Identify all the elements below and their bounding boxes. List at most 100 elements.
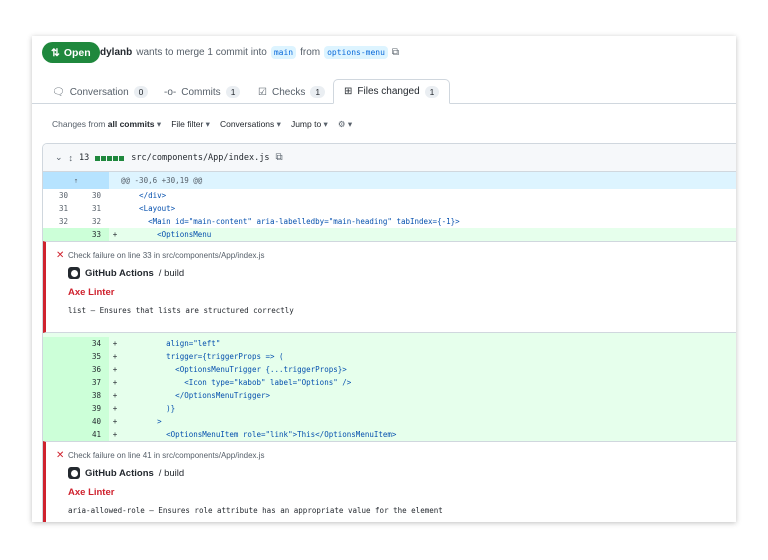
changes-from-dropdown[interactable]: Changes from all commits ▾: [52, 119, 161, 130]
expand-up-icon[interactable]: ⇡: [43, 172, 109, 189]
pr-meta: dylanb wants to merge 1 commit into main…: [100, 46, 399, 59]
pull-request-panel: ⇅ Open dylanb wants to merge 1 commit in…: [32, 36, 736, 522]
annotation-app: GitHub Actions: [85, 267, 154, 279]
file-header: ⌄ ↕ 13 src/components/App/index.js ⧉: [43, 144, 736, 172]
diff-sign: +: [112, 230, 118, 239]
old-line-number[interactable]: [43, 228, 76, 241]
x-icon: ✕: [56, 250, 65, 261]
diff-sign: [109, 215, 121, 228]
new-line-number[interactable]: 35: [76, 350, 109, 363]
old-line-number[interactable]: [43, 350, 76, 363]
code-text: >: [121, 417, 162, 426]
changes-prefix: Changes from: [52, 119, 106, 129]
jump-to-dropdown[interactable]: Jump to ▾: [291, 119, 328, 130]
tab-conversation[interactable]: 🗨 Conversation 0: [42, 80, 158, 104]
annotation-message: list – Ensures that lists are structured…: [68, 306, 294, 315]
code-text: <Layout>: [121, 204, 176, 213]
old-line-number[interactable]: [43, 428, 76, 441]
diff-line: 34 + align="left": [43, 337, 736, 350]
hunk-range: @@ -30,6 +30,19 @@: [121, 176, 203, 185]
old-line-number[interactable]: [43, 402, 76, 415]
file-diff: ⌄ ↕ 13 src/components/App/index.js ⧉ ⇡ @…: [42, 143, 736, 522]
diff-toolbar: Changes from all commits ▾ File filter ▾…: [52, 119, 352, 130]
code-text: )}: [121, 404, 176, 413]
old-line-number[interactable]: [43, 415, 76, 428]
diffstat: [95, 153, 125, 163]
tab-count: 0: [133, 86, 149, 98]
diff-sign: [109, 202, 121, 215]
annotation-app: GitHub Actions: [85, 467, 154, 479]
code-text: <OptionsMenu: [121, 230, 212, 239]
old-line-number[interactable]: 32: [43, 215, 76, 228]
new-line-number[interactable]: 41: [76, 428, 109, 441]
from-text: from: [300, 47, 321, 58]
annotation-message: aria-allowed-role – Ensures role attribu…: [68, 506, 443, 515]
diff-sign: +: [112, 339, 118, 348]
new-line-number[interactable]: 31: [76, 202, 109, 215]
old-line-number[interactable]: [43, 376, 76, 389]
annotation-job: / build: [158, 467, 185, 479]
code-text: <OptionsMenuTrigger {...triggerProps}>: [121, 365, 347, 374]
code-text: trigger={triggerProps => (: [121, 352, 284, 361]
diff-line: 32 32 <Main id="main-content" aria-labell…: [43, 215, 736, 228]
new-line-number[interactable]: 37: [76, 376, 109, 389]
diff-line: 33 + <OptionsMenu: [43, 228, 736, 241]
tab-count: 1: [424, 85, 440, 98]
file-filter-label: File filter: [171, 119, 204, 129]
diff-line: 41 + <OptionsMenuItem role="link">This</O…: [43, 428, 736, 441]
old-line-number[interactable]: [43, 389, 76, 402]
annotation-linter: Axe Linter: [68, 487, 115, 498]
tab-count: 1: [225, 86, 241, 98]
settings-dropdown[interactable]: ⚙ ▾: [338, 119, 352, 130]
old-line-number[interactable]: 31: [43, 202, 76, 215]
new-line-number[interactable]: 34: [76, 337, 109, 350]
new-line-number[interactable]: 30: [76, 189, 109, 202]
file-filter-dropdown[interactable]: File filter ▾: [171, 119, 210, 130]
diff-line: 38 + </OptionsMenuTrigger>: [43, 389, 736, 402]
head-branch[interactable]: options-menu: [324, 46, 388, 59]
github-actions-icon: [68, 267, 80, 279]
commit-icon: -o-: [164, 86, 177, 98]
old-line-number[interactable]: 30: [43, 189, 76, 202]
changes-value: all commits: [107, 119, 155, 129]
tab-files-changed[interactable]: ⊞ Files changed 1: [333, 79, 451, 104]
copy-icon[interactable]: ⧉: [275, 152, 282, 163]
new-line-number[interactable]: 36: [76, 363, 109, 376]
diff-sign: +: [112, 391, 118, 400]
diff-line: 30 30 </div>: [43, 189, 736, 202]
change-count: 13: [79, 152, 90, 163]
diff-sign: +: [112, 352, 118, 361]
new-line-number[interactable]: 33: [76, 228, 109, 241]
code-text: <Icon type="kabob" label="Options" />: [121, 378, 352, 387]
new-line-number[interactable]: 40: [76, 415, 109, 428]
tab-label: Commits: [181, 86, 221, 98]
base-branch[interactable]: main: [270, 46, 297, 59]
old-line-number[interactable]: [43, 337, 76, 350]
diff-sign: +: [112, 365, 118, 374]
checklist-icon: ☑: [258, 86, 267, 98]
comment-icon: 🗨: [52, 86, 65, 98]
conversations-label: Conversations: [219, 119, 275, 129]
new-line-number[interactable]: 39: [76, 402, 109, 415]
tab-commits[interactable]: -o- Commits 1: [154, 80, 250, 104]
gear-icon: ⚙: [337, 119, 346, 129]
pr-author[interactable]: dylanb: [100, 47, 132, 58]
new-line-number[interactable]: 32: [76, 215, 109, 228]
check-annotation: ✕ Check failure on line 33 in src/compon…: [43, 241, 736, 333]
tab-checks[interactable]: ☑ Checks 1: [248, 80, 335, 104]
pull-request-icon: ⇅: [51, 46, 60, 59]
expand-icon[interactable]: ↕: [69, 153, 74, 163]
chevron-down-icon[interactable]: ⌄: [55, 152, 63, 163]
jump-to-label: Jump to: [290, 119, 322, 129]
file-path[interactable]: src/components/App/index.js: [131, 153, 269, 163]
new-line-number[interactable]: 38: [76, 389, 109, 402]
annotation-job: / build: [158, 267, 185, 279]
tab-count: 1: [310, 86, 326, 98]
conversations-dropdown[interactable]: Conversations ▾: [220, 119, 281, 130]
code-text: <OptionsMenuItem role="link">This</Optio…: [121, 430, 397, 439]
copy-icon[interactable]: ⧉: [392, 47, 399, 58]
diff-lines: 30 30 </div> 31 31 <Layout> 32 32 <Main id="m…: [43, 189, 736, 241]
diff-line: 40 + >: [43, 415, 736, 428]
old-line-number[interactable]: [43, 363, 76, 376]
pr-state-badge: ⇅ Open: [42, 42, 100, 63]
